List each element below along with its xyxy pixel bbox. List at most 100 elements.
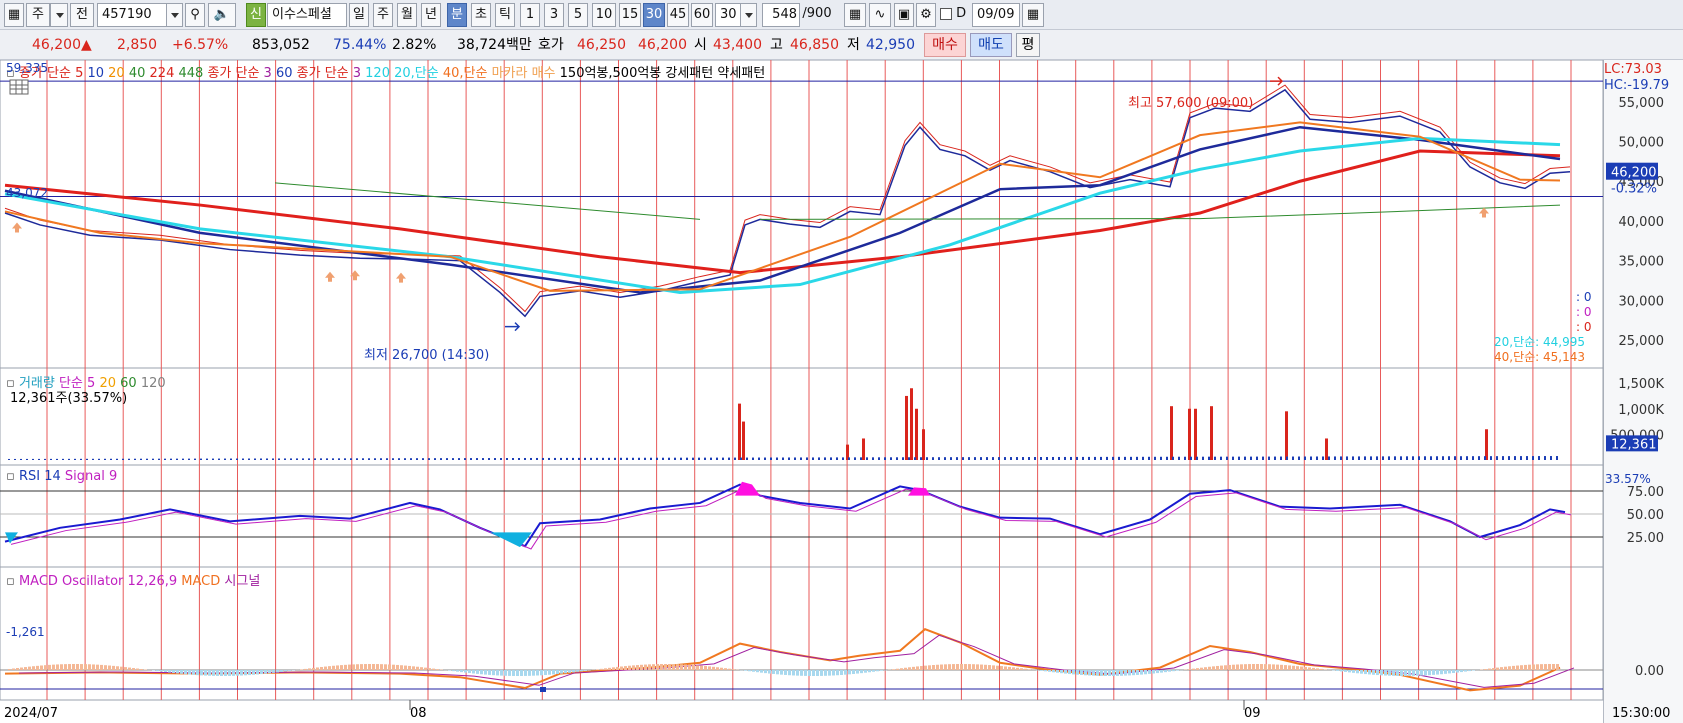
price-legend-item[interactable]: 3 [353, 66, 365, 81]
price-legend-item[interactable]: 224 [150, 66, 179, 81]
interval-10[interactable]: 10 [592, 3, 616, 27]
settings-icon[interactable]: ⚙ [916, 3, 936, 27]
count-input[interactable]: 548 [762, 3, 800, 27]
macd-oscillator-bar [496, 670, 499, 676]
interval-30[interactable]: 30 [643, 3, 665, 27]
macd-oscillator-bar [732, 669, 735, 670]
chart-canvas[interactable]: 55,00050,00045,00040,00035,00030,00025,0… [0, 60, 1683, 723]
price-legend-item[interactable]: 40,단순 [443, 66, 492, 81]
macd-legend-item[interactable]: MACD [181, 574, 224, 589]
chart-area[interactable]: 55,000 50,000 45,000 40,000 35,000 30,000 25,0… [0, 60, 1683, 723]
date-input[interactable]: 09/09 [972, 3, 1020, 27]
price-legend-item[interactable]: 10 [87, 66, 108, 81]
volume-bar [1358, 456, 1360, 460]
rsi-legend-item[interactable]: RSI 14 [19, 469, 65, 484]
macd-legend-item[interactable]: MACD Oscillator 12,26,9 [19, 574, 181, 589]
calendar-icon[interactable]: ▦ [1022, 3, 1044, 27]
period-month[interactable]: 월 [397, 3, 417, 27]
sell-button[interactable]: 매도 [970, 33, 1012, 57]
interval-45[interactable]: 45 [667, 3, 689, 27]
macd-oscillator-bar [184, 670, 187, 675]
macd-oscillator-bar [324, 666, 327, 670]
macd-oscillator-bar [1064, 670, 1067, 674]
price-legend-item[interactable]: 20,단순 [394, 66, 443, 81]
macd-oscillator-bar [1260, 664, 1263, 670]
volume-bar [1436, 456, 1438, 460]
checkbox-box[interactable] [940, 7, 952, 20]
period-year[interactable]: 년 [421, 3, 441, 27]
price-legend-item[interactable]: 종가 단순 [207, 66, 263, 81]
speaker-icon[interactable]: 🔈 [208, 3, 236, 27]
chart-tool-icon[interactable]: ▦ [844, 3, 866, 27]
type-dropdown-icon[interactable] [50, 3, 68, 27]
window-icon[interactable]: ▦ [4, 3, 24, 27]
buy-button[interactable]: 매수 [924, 33, 966, 57]
macd-oscillator-bar [500, 670, 503, 676]
interval-60[interactable]: 60 [691, 3, 713, 27]
macd-oscillator-bar [1528, 664, 1531, 670]
search-icon[interactable]: ⚲ [185, 3, 205, 27]
macd-oscillator-bar [908, 667, 911, 670]
macd-oscillator-bar [396, 664, 399, 670]
macd-oscillator-bar [960, 664, 963, 670]
code-dropdown-icon[interactable] [166, 3, 183, 27]
macd-legend-item[interactable]: 시그널 [224, 574, 260, 589]
interval-3[interactable]: 3 [544, 3, 564, 27]
new-button[interactable]: 신 [246, 3, 266, 27]
macd-oscillator-bar [832, 670, 835, 676]
save-icon[interactable]: ▣ [894, 3, 914, 27]
interval-15[interactable]: 15 [619, 3, 641, 27]
volume-bar [1194, 408, 1197, 460]
price-legend-item[interactable]: 40 [129, 66, 150, 81]
macd-oscillator-bar [524, 670, 527, 676]
interval-5[interactable]: 5 [568, 3, 588, 27]
line-tool-icon[interactable]: ∿ [869, 3, 891, 27]
price-legend-item[interactable]: 약세패턴 [717, 66, 765, 81]
macd-oscillator-bar [936, 664, 939, 670]
macd-oscillator-bar [656, 664, 659, 670]
macd-oscillator-bar [564, 670, 567, 674]
macd-oscillator-bar [1420, 670, 1423, 676]
price-legend-item[interactable]: 3 [264, 66, 276, 81]
macd-oscillator-bar [1252, 664, 1255, 670]
price-legend-item[interactable]: 448 [178, 66, 207, 81]
interval-dropdown-icon[interactable] [740, 3, 757, 27]
volume-bar [434, 458, 436, 460]
macd-oscillator-bar [912, 666, 915, 670]
volume-bar [1424, 456, 1426, 460]
volume-legend-item[interactable]: 120 [141, 376, 166, 391]
volume-bar [764, 457, 766, 460]
price-legend-item[interactable]: 20 [108, 66, 129, 81]
volume-bar [164, 458, 166, 460]
low-price: 42,950 [866, 37, 915, 53]
macd-oscillator-bar [1408, 670, 1411, 676]
price-legend-item[interactable]: 5 [75, 66, 87, 81]
price-legend-item[interactable]: 120 [365, 66, 394, 81]
volume-bar [1478, 456, 1480, 460]
stock-name-field[interactable]: 이수스페셜 [267, 3, 347, 27]
low-label: 저 [847, 37, 860, 53]
type-button[interactable]: 주 [26, 3, 50, 27]
interval-1[interactable]: 1 [520, 3, 540, 27]
period-week[interactable]: 주 [373, 3, 393, 27]
period-day[interactable]: 일 [349, 3, 369, 27]
date-checkbox[interactable]: D [940, 3, 972, 27]
macd-oscillator-bar [1556, 664, 1559, 670]
macd-oscillator-bar [1048, 670, 1051, 672]
rsi-legend-item[interactable]: Signal 9 [65, 469, 117, 484]
price-legend-item[interactable]: 종가 단순 [297, 66, 353, 81]
price-legend-item[interactable]: 60 [276, 66, 297, 81]
period-second[interactable]: 초 [471, 3, 491, 27]
eval-button[interactable]: 평 [1016, 33, 1040, 57]
price-legend-item[interactable]: 마카라 매수 [492, 66, 560, 81]
period-minute[interactable]: 분 [447, 3, 467, 27]
rsi-legend-bullet-icon[interactable]: ▫ [6, 469, 19, 484]
period-tick[interactable]: 틱 [495, 3, 515, 27]
volume-bar [386, 458, 388, 460]
volume-bar [770, 457, 772, 460]
price-legend-item[interactable]: 150억봉,500억봉 강세패턴 [560, 66, 718, 81]
prev-button[interactable]: 전 [70, 3, 94, 27]
macd-oscillator-bar [652, 664, 655, 670]
stock-code-input[interactable]: 457190 [97, 3, 167, 27]
macd-legend-bullet-icon[interactable]: ▫ [6, 574, 19, 589]
